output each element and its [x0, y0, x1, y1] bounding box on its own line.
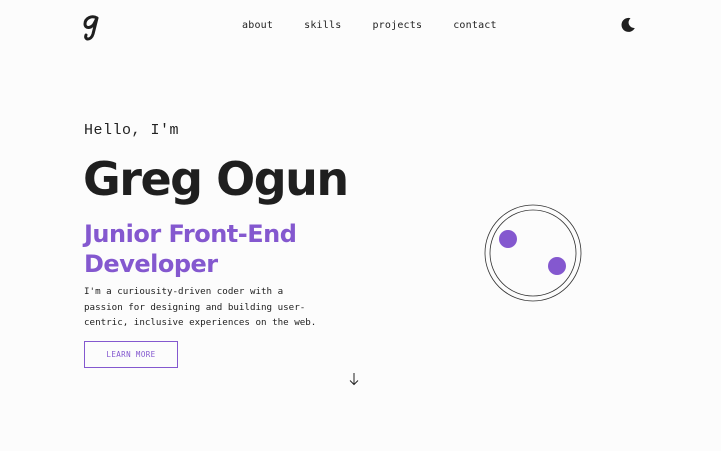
orbit-graphic	[484, 204, 582, 302]
nav-about-link[interactable]: about	[242, 20, 273, 31]
greeting-text: Hello, I'm	[84, 122, 180, 139]
orbit-dot-right	[548, 257, 566, 275]
logo-icon[interactable]	[80, 12, 106, 42]
nav-skills-link[interactable]: skills	[304, 20, 341, 31]
hero-role: Junior Front-End Developer	[84, 220, 297, 278]
hero-name: Greg Ogun	[83, 152, 349, 206]
nav-projects-link[interactable]: projects	[372, 20, 422, 31]
hero-bio: I'm a curiousity-driven coder with a pas…	[84, 286, 317, 328]
nav-contact-link[interactable]: contact	[453, 20, 497, 31]
learn-more-button[interactable]: LEARN MORE	[84, 341, 178, 368]
arrow-down-icon[interactable]	[348, 372, 360, 386]
moon-icon[interactable]	[620, 17, 636, 33]
main-nav: about skills projects contact	[242, 20, 497, 31]
orbit-dot-left	[499, 230, 517, 248]
